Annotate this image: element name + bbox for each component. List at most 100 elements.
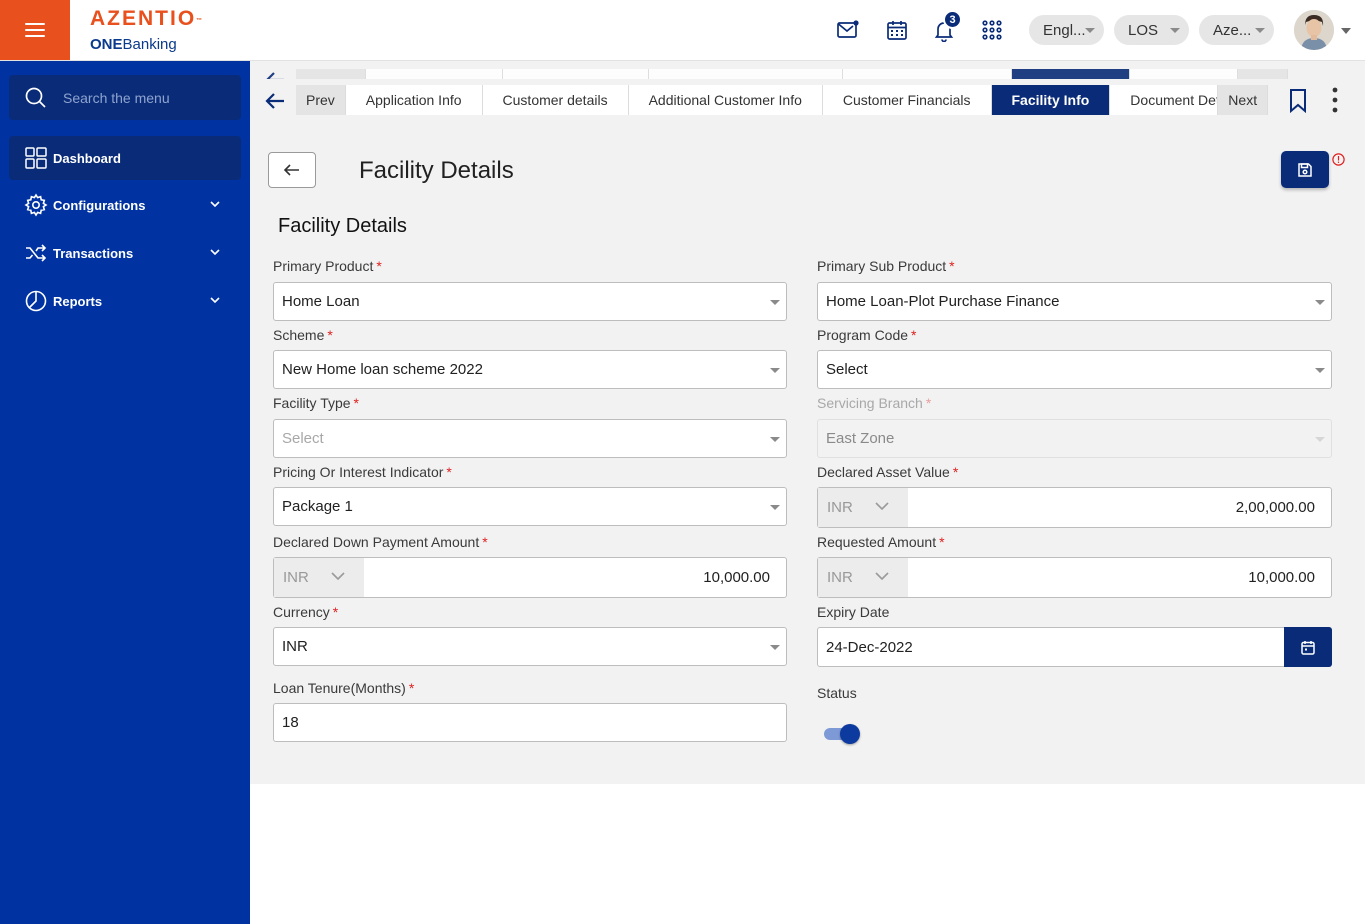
sidebar-item-reports[interactable]: Reports <box>9 279 241 323</box>
tab-customer-financials[interactable]: Customer Financials <box>822 85 992 115</box>
entity-select[interactable]: Aze... <box>1199 15 1274 45</box>
declared-down-payment-label: Declared Down Payment Amount * <box>273 534 488 550</box>
grid-icon <box>25 147 47 169</box>
sidebar-item-label: Configurations <box>53 197 146 213</box>
chevron-down-icon <box>875 572 889 581</box>
dropdown-arrow-icon <box>1315 300 1325 305</box>
pie-chart-icon <box>25 290 47 312</box>
user-menu-caret-icon[interactable] <box>1341 28 1351 34</box>
sidebar-item-dashboard[interactable]: Dashboard <box>9 136 241 180</box>
tab-application-info[interactable]: Application Info <box>345 85 483 115</box>
dropdown-arrow-icon <box>770 645 780 650</box>
program-code-select[interactable]: Select <box>817 350 1332 389</box>
dropdown-arrow-icon <box>1315 368 1325 373</box>
facility-type-label: Facility Type * <box>273 395 359 411</box>
dropdown-arrow-icon <box>770 437 780 442</box>
sidebar-item-transactions[interactable]: Transactions <box>9 231 241 275</box>
requested-amount-input[interactable]: INR 10,000.00 <box>817 557 1332 598</box>
primary-product-select[interactable]: Home Loan <box>273 282 787 321</box>
scheme-select[interactable]: New Home loan scheme 2022 <box>273 350 787 389</box>
declared-down-payment-input[interactable]: INR 10,000.00 <box>273 557 787 598</box>
requested-amount-label: Requested Amount * <box>817 534 945 550</box>
tab-document-details[interactable]: Document Det <box>1110 85 1219 115</box>
loan-tenure-input[interactable]: 18 <box>273 703 787 742</box>
page-title: Facility Details <box>359 157 514 184</box>
mail-icon[interactable] <box>836 18 860 42</box>
save-icon <box>1298 162 1312 177</box>
declared-asset-value-input[interactable]: INR 2,00,000.00 <box>817 487 1332 528</box>
arrow-left-icon <box>283 164 299 176</box>
section-title: Facility Details <box>278 215 407 237</box>
declared-asset-value-label: Declared Asset Value * <box>817 464 959 480</box>
currency-select: INR <box>274 558 364 597</box>
pricing-indicator-label: Pricing Or Interest Indicator * <box>273 464 452 480</box>
scheme-label: Scheme * <box>273 327 333 343</box>
sidebar: Dashboard Configurations Transactions Re… <box>0 61 250 924</box>
error-alert-icon <box>1332 153 1345 166</box>
tabs-back-arrow-icon[interactable] <box>262 88 288 114</box>
language-select[interactable]: Engl... <box>1029 15 1104 45</box>
dropdown-arrow-icon <box>1315 437 1325 442</box>
apps-grid-icon[interactable] <box>980 18 1004 42</box>
dropdown-arrow-icon <box>770 368 780 373</box>
azentio-logo: AZENTIO™ ONEBanking <box>90 7 203 53</box>
bookmark-icon[interactable] <box>1288 88 1308 114</box>
user-avatar[interactable] <box>1294 10 1334 50</box>
search-icon <box>25 87 46 108</box>
sidebar-item-configurations[interactable]: Configurations <box>9 183 241 227</box>
tab-facility-info[interactable]: Facility Info <box>991 85 1111 115</box>
chevron-down-icon <box>331 572 345 581</box>
shuffle-icon <box>26 244 47 262</box>
chevron-down-icon <box>210 297 220 304</box>
loan-tenure-label: Loan Tenure(Months) * <box>273 680 415 696</box>
chevron-down-icon <box>210 249 220 256</box>
tab-prev-button[interactable]: Prev <box>296 85 346 115</box>
calendar-icon[interactable] <box>885 18 909 42</box>
servicing-branch-select: East Zone <box>817 419 1332 458</box>
servicing-branch-label: Servicing Branch * <box>817 395 932 411</box>
search-input[interactable] <box>63 87 233 109</box>
menu-toggle-button[interactable] <box>0 0 70 60</box>
page-footer-area <box>250 784 1365 924</box>
status-label: Status <box>817 685 857 701</box>
currency-select: INR <box>818 558 908 597</box>
calendar-icon <box>1301 640 1315 655</box>
sidebar-item-label: Dashboard <box>53 150 121 166</box>
notification-badge: 3 <box>943 10 962 29</box>
arrow-left-icon <box>266 72 284 79</box>
chevron-down-icon <box>1170 28 1180 33</box>
sidebar-item-label: Transactions <box>53 245 134 261</box>
tab-customer-details[interactable]: Customer details <box>482 85 629 115</box>
primary-sub-product-label: Primary Sub Product * <box>817 258 955 274</box>
module-select[interactable]: LOS <box>1114 15 1189 45</box>
chevron-down-icon <box>1255 28 1265 33</box>
step-tabs: Prev Application Info Customer details A… <box>296 85 1269 115</box>
currency-select[interactable]: INR <box>273 627 787 666</box>
pricing-indicator-select[interactable]: Package 1 <box>273 487 787 526</box>
primary-sub-product-select[interactable]: Home Loan-Plot Purchase Finance <box>817 282 1332 321</box>
top-bar: AZENTIO™ ONEBanking 3 Engl... LOS Aze... <box>0 0 1365 61</box>
more-vertical-icon[interactable] <box>1330 86 1340 114</box>
back-button[interactable] <box>268 152 316 188</box>
tab-strip-ghost: Prev Application Info Customer details A… <box>250 61 1365 79</box>
dropdown-arrow-icon <box>770 505 780 510</box>
expiry-date-label: Expiry Date <box>817 604 890 620</box>
currency-select: INR <box>818 488 908 527</box>
primary-product-label: Primary Product * <box>273 258 382 274</box>
tab-next-button[interactable]: Next <box>1218 85 1269 115</box>
expiry-date-input[interactable]: 24-Dec-2022 <box>817 627 1332 667</box>
facility-type-select[interactable]: Select <box>273 419 787 458</box>
program-code-label: Program Code * <box>817 327 917 343</box>
menu-search[interactable] <box>9 75 241 120</box>
currency-label: Currency * <box>273 604 339 620</box>
tab-additional-customer-info[interactable]: Additional Customer Info <box>628 85 823 115</box>
save-button[interactable] <box>1281 151 1329 188</box>
chevron-down-icon <box>1085 28 1095 33</box>
gear-icon <box>24 193 48 217</box>
hamburger-icon <box>25 23 45 37</box>
status-toggle[interactable] <box>824 723 862 744</box>
sidebar-item-label: Reports <box>53 293 103 309</box>
date-picker-button[interactable] <box>1284 627 1332 667</box>
chevron-down-icon <box>210 201 220 208</box>
chevron-down-icon <box>875 502 889 511</box>
